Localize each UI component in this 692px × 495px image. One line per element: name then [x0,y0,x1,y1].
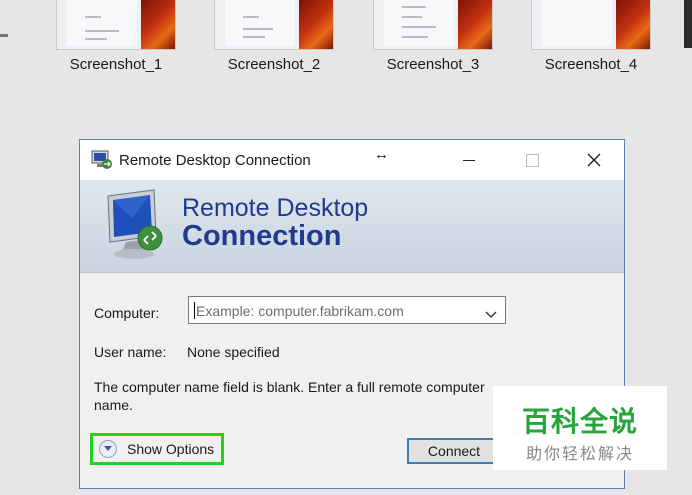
close-button[interactable] [571,146,617,174]
banner-title-line1: Remote Desktop [182,194,369,222]
thumbnail-screenshot-2[interactable]: Screenshot_2 [214,0,334,73]
thumbnail-caption: Screenshot_2 [227,56,321,73]
remote-desktop-icon [91,150,113,170]
watermark-subtitle: 助你轻松解决 [525,446,634,463]
text-caret [194,302,195,319]
thumbnail-caption: Screenshot_1 [69,56,163,73]
thumbnail-image [56,0,176,50]
username-label: User name: [94,344,167,360]
thumbnail-screenshot-1[interactable]: Screenshot_1 [56,0,176,73]
close-icon [587,153,601,167]
banner: Remote Desktop Connection [80,180,624,273]
window-title: Remote Desktop Connection [119,152,311,169]
connect-button[interactable]: Connect [407,438,501,464]
watermark-title: 百科全说 [521,406,638,437]
resize-cursor-icon: ↔ [374,146,389,163]
thumbnail-caption: Screenshot_3 [386,56,480,73]
watermark-logo: 百科全说 助你轻松解决 [493,386,667,470]
thumbnail-image [373,0,493,50]
chevron-down-icon[interactable] [485,306,497,324]
scroll-left-arrow [0,34,8,37]
maximize-button[interactable] [509,146,555,174]
computer-placeholder: Example: computer.fabrikam.com [196,303,404,319]
maximize-icon [526,154,539,167]
minimize-icon [463,160,475,161]
computer-combobox[interactable]: Example: computer.fabrikam.com [188,296,506,324]
title-bar[interactable]: Remote Desktop Connection ↔ [80,140,624,180]
monitor-connection-icon [102,188,170,262]
expand-arrow-icon [99,440,117,458]
thumbnail-screenshot-4[interactable]: Screenshot_4 [531,0,651,73]
thumbnail-screenshot-3[interactable]: Screenshot_3 [373,0,493,73]
thumbnail-image [214,0,334,50]
scrollbar-strip[interactable] [684,0,692,48]
show-options-label: Show Options [127,441,215,457]
thumbnail-caption: Screenshot_4 [544,56,638,73]
blank-name-hint: The computer name field is blank. Enter … [94,379,485,413]
minimize-button[interactable] [445,146,491,174]
banner-title-line2: Connection [182,220,342,252]
show-options-button[interactable]: Show Options [90,433,224,465]
computer-label: Computer: [94,305,160,321]
thumbnail-image [531,0,651,50]
username-value: None specified [187,344,280,360]
